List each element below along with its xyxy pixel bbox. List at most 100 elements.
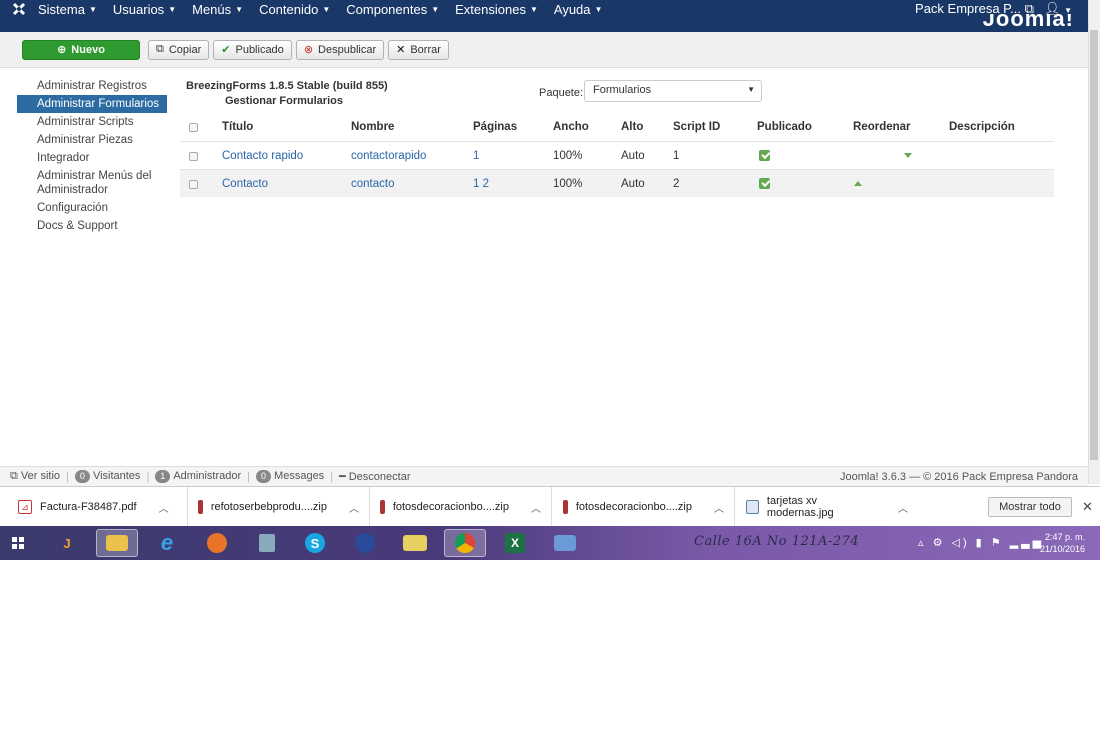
copy-button[interactable]: ⧉ Copiar — [148, 39, 210, 60]
zip-file-icon — [380, 500, 385, 514]
row-title-link[interactable]: Contacto — [222, 178, 268, 190]
chevron-down-icon: ▼ — [431, 4, 440, 14]
close-icon[interactable]: ✕ — [1082, 499, 1093, 515]
calculator-icon[interactable] — [246, 529, 288, 557]
chevron-down-icon: ▼ — [529, 4, 538, 14]
messages-status[interactable]: 0 Messages — [256, 470, 324, 483]
col-title[interactable]: Título — [222, 121, 253, 133]
sidebar-item-piezas[interactable]: Administrar Piezas — [17, 131, 167, 149]
col-pages[interactable]: Páginas — [473, 121, 517, 133]
row-title-link[interactable]: Contacto rapido — [222, 150, 303, 162]
chevron-down-icon: ▼ — [322, 4, 331, 14]
minus-icon: ━ — [339, 471, 346, 483]
wallpaper-address-text: Calle 16A No 121A-274 — [694, 534, 860, 549]
row-script-id: 2 — [673, 178, 680, 190]
move-up-icon[interactable] — [854, 181, 862, 186]
published-check-icon[interactable] — [759, 178, 770, 189]
download-item[interactable]: refotoserbebprodu....zip ︿ — [198, 487, 370, 527]
row-pages-link[interactable]: 1 2 — [473, 178, 489, 190]
plus-circle-icon: ⊕ — [57, 44, 67, 56]
page-title: BreezingForms 1.8.5 Stable (build 855) — [186, 80, 388, 92]
paint-app-icon[interactable] — [544, 529, 586, 557]
download-item[interactable]: fotosdecoracionbo....zip ︿ — [380, 487, 552, 527]
external-link-icon: ⧉ — [10, 470, 18, 482]
row-script-id: 1 — [673, 150, 680, 162]
sidebar-item-menus-admin[interactable]: Administrar Menús del Administrador — [17, 167, 167, 199]
row-name-link[interactable]: contactorapido — [351, 150, 426, 162]
chevron-up-icon[interactable]: ︿ — [898, 500, 908, 515]
admins-status[interactable]: 1 Administrador — [155, 470, 241, 483]
sidebar-item-scripts[interactable]: Administrar Scripts — [17, 113, 167, 131]
sidebar: Administrar Registros Administrar Formul… — [17, 77, 167, 235]
app-globe-icon[interactable] — [344, 529, 386, 557]
col-name[interactable]: Nombre — [351, 121, 394, 133]
windows-taskbar: J e S X Calle 16A No 121A-274 ▵ ⚙ ◁) ▮ ⚑… — [0, 526, 1100, 560]
delete-button[interactable]: ✕ Borrar — [388, 39, 449, 60]
row-pages-link[interactable]: 1 — [473, 150, 479, 162]
file-explorer-icon[interactable] — [96, 529, 138, 557]
sidebar-item-docs[interactable]: Docs & Support — [17, 217, 167, 235]
menu-extensiones[interactable]: Extensiones ▼ — [455, 2, 538, 17]
chevron-up-icon[interactable]: ︿ — [531, 500, 541, 515]
row-name-link[interactable]: contacto — [351, 178, 394, 190]
chevron-up-icon[interactable]: ︿ — [159, 500, 169, 515]
table-row: Contacto contacto 1 2 100% Auto 2 — [180, 169, 1054, 197]
col-height[interactable]: Alto — [621, 121, 643, 133]
download-item[interactable]: fotosdecoracionbo....zip ︿ — [563, 487, 735, 527]
row-width: 100% — [553, 178, 583, 190]
download-item[interactable]: tarjetas xv modernas.jpg ︿ — [746, 487, 918, 527]
col-description[interactable]: Descripción — [949, 121, 1015, 133]
internet-explorer-icon[interactable]: e — [146, 529, 188, 557]
photos-app-icon[interactable] — [394, 529, 436, 557]
move-down-icon[interactable] — [904, 153, 912, 158]
row-checkbox[interactable] — [189, 152, 198, 161]
joomla-logo-icon[interactable] — [0, 0, 38, 18]
java-app-icon[interactable]: J — [46, 529, 88, 557]
visitors-status[interactable]: 0 Visitantes — [74, 470, 140, 483]
clock[interactable]: 2:47 p. m. 21/10/2016 — [1040, 531, 1085, 555]
menu-componentes[interactable]: Componentes ▼ — [346, 2, 439, 17]
sidebar-item-formularios[interactable]: Administrar Formularios — [17, 95, 167, 113]
col-script-id[interactable]: Script ID — [673, 121, 720, 133]
skype-icon[interactable]: S — [294, 529, 336, 557]
menu-usuarios[interactable]: Usuarios ▼ — [113, 2, 176, 17]
chevron-up-icon[interactable]: ︿ — [714, 500, 724, 515]
chevron-up-icon[interactable]: ︿ — [349, 500, 359, 515]
chevron-down-icon: ▼ — [594, 4, 603, 14]
scrollbar-thumb[interactable] — [1090, 30, 1098, 460]
sidebar-item-configuracion[interactable]: Configuración — [17, 199, 167, 217]
chrome-icon[interactable] — [444, 529, 486, 557]
new-button[interactable]: ⊕ Nuevo — [22, 39, 140, 60]
menu-contenido[interactable]: Contenido ▼ — [259, 2, 330, 17]
col-reorder[interactable]: Reordenar — [853, 121, 911, 133]
excel-icon[interactable]: X — [494, 529, 536, 557]
show-all-downloads-button[interactable]: Mostrar todo — [988, 497, 1072, 517]
sidebar-item-integrador[interactable]: Integrador — [17, 149, 167, 167]
unpublish-button[interactable]: ⊗ Despublicar — [295, 39, 385, 60]
chevron-down-icon: ▼ — [235, 4, 244, 14]
image-file-icon — [746, 500, 759, 514]
col-width[interactable]: Ancho — [553, 121, 589, 133]
package-select[interactable]: Formularios ▼ — [584, 80, 762, 102]
menu-sistema[interactable]: Sistema ▼ — [38, 2, 97, 17]
publish-button[interactable]: ✔ Publicado — [213, 39, 292, 60]
start-icon[interactable] — [4, 529, 32, 557]
row-checkbox[interactable] — [189, 180, 198, 189]
col-published[interactable]: Publicado — [757, 121, 812, 133]
chevron-down-icon: ▼ — [747, 85, 755, 94]
menu-ayuda[interactable]: Ayuda ▼ — [554, 2, 603, 17]
system-tray[interactable]: ▵ ⚙ ◁) ▮ ⚑ ▂▃▅ — [918, 536, 1044, 549]
select-all-checkbox[interactable] — [189, 123, 198, 132]
admin-statusbar: ⧉ Ver sitio | 0 Visitantes | 1 Administrad… — [0, 466, 1088, 486]
sidebar-item-registros[interactable]: Administrar Registros — [17, 77, 167, 95]
published-check-icon[interactable] — [759, 150, 770, 161]
download-item[interactable]: ⊿ Factura-F38487.pdf ︿ — [18, 487, 188, 527]
chevron-down-icon: ▼ — [168, 4, 177, 14]
header-band — [0, 18, 1088, 32]
zip-file-icon — [563, 500, 568, 514]
menu-menus[interactable]: Menús ▼ — [192, 2, 243, 17]
firefox-icon[interactable] — [196, 529, 238, 557]
logout-link[interactable]: ━ Desconectar — [339, 470, 410, 483]
zip-file-icon — [198, 500, 203, 514]
view-site-link[interactable]: ⧉ Ver sitio — [10, 470, 60, 483]
